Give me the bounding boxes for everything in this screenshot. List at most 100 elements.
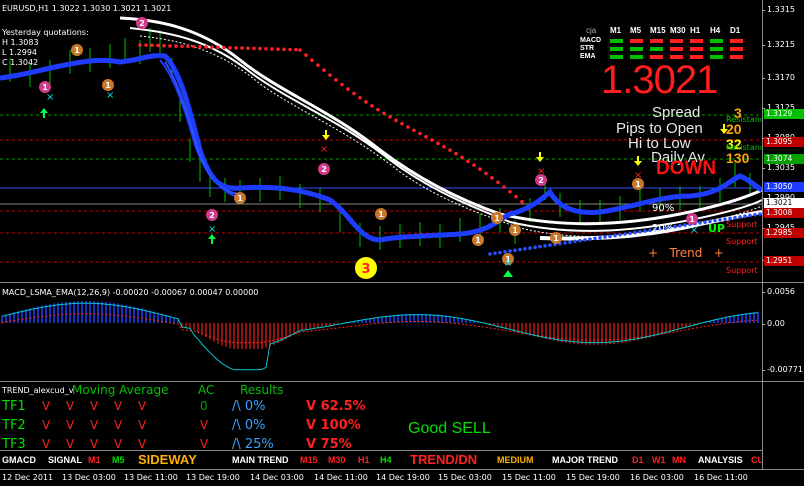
support-dot (583, 238, 587, 242)
trend-tf-label: TF3 (2, 437, 26, 450)
sar-dot (216, 45, 220, 50)
support-dot (608, 234, 612, 239)
sar-dot (430, 138, 434, 142)
ma-signal: V (66, 437, 75, 450)
ma-signal: V (42, 437, 51, 450)
price-level-label: 1.2951 (764, 256, 804, 266)
sar-dot (400, 121, 404, 126)
sar-dot (352, 91, 356, 96)
support-dot (563, 241, 567, 245)
support-dot (613, 233, 617, 238)
wave-number: 3 (361, 262, 370, 277)
sar-dot (334, 78, 338, 82)
mtf-row-label: EMA (580, 53, 596, 60)
sar-dot (418, 131, 422, 136)
support-dot (503, 249, 507, 254)
sar-dot (276, 47, 280, 51)
support-dot (628, 231, 632, 236)
ma-signal: V (42, 399, 51, 413)
support-dot (603, 235, 607, 239)
support-dot (643, 229, 647, 233)
sar-dot (192, 44, 196, 49)
support-dot (548, 243, 552, 247)
wave-number: 2 (209, 211, 215, 220)
mtf-col-h1: H1 (690, 26, 701, 35)
sar-dot (442, 144, 446, 149)
sar-dot (246, 46, 250, 51)
ma-signal: V (114, 399, 123, 413)
ma-signal: V (42, 418, 51, 432)
time-tick: 12 Dec 2011 (2, 473, 54, 482)
time-tick: 15 Dec 03:00 (438, 473, 492, 482)
status-item: SIDEWAY (138, 452, 197, 467)
sar-dot (264, 46, 268, 51)
macd-tick-bottom: -0.00771 (762, 365, 803, 374)
mtf-signal-cell (710, 39, 723, 43)
yesterday-low: L 1.2994 (2, 48, 37, 57)
sar-dot (466, 159, 470, 163)
ma-header: Moving Average (72, 383, 169, 397)
result-up: /\ 25% (232, 437, 274, 450)
status-item: TREND/DN (410, 452, 478, 467)
status-item: H1 (358, 455, 370, 465)
sar-dot (234, 46, 238, 50)
sar-dot (502, 185, 506, 189)
wave-number: 1 (635, 180, 641, 189)
sar-dot (144, 43, 148, 47)
indicator-status-bar: GMACD SIGNAL M1 M5 SIDEWAY MAIN TREND M15 M30 H1… (0, 450, 764, 469)
wave-number: 1 (237, 194, 243, 203)
mtf-signal-cell (630, 47, 643, 51)
support-dot (748, 213, 752, 218)
status-item: M15 (300, 455, 318, 465)
wave-number: 1 (553, 234, 559, 243)
mtf-signal-cell (670, 47, 683, 51)
result-down: V 75% (306, 437, 352, 450)
price-axis[interactable]: 1.33151.32151.31701.31251.30801.30351.29… (762, 0, 804, 282)
support-dot (618, 232, 622, 237)
mtf-signal-cell (650, 39, 663, 43)
price-level-label: 1.3074 (764, 154, 804, 164)
support-dot (528, 246, 532, 250)
status-item: W1 (652, 455, 666, 465)
price-chart-pane[interactable]: 21112121111211113 × × × × × × × × EURUSD… (0, 0, 762, 282)
mtf-brand: cja (586, 26, 597, 35)
support-dot (573, 239, 577, 244)
ma-signal: V (66, 399, 75, 413)
ma-signal: V (90, 437, 99, 450)
sar-dot (448, 148, 452, 152)
mtf-col-m15: M15 (650, 26, 666, 35)
trend-panel[interactable]: TREND_alexcud_v Moving Average AC Result… (0, 382, 762, 450)
support-dot (593, 236, 597, 241)
trend-panel-title: TREND_alexcud_v (2, 386, 74, 395)
sar-dot (472, 163, 476, 167)
sar-dot (520, 199, 524, 204)
mtf-signal-cell (690, 47, 703, 51)
trend-tf-label: TF1 (2, 399, 26, 414)
sar-dot (288, 47, 292, 52)
status-item: M1 (88, 455, 101, 465)
time-tick: 14 Dec 11:00 (314, 473, 368, 482)
support-dot (698, 221, 702, 225)
sar-dot (340, 82, 344, 87)
sar-dot (240, 46, 244, 50)
macd-pane[interactable]: MACD_LSMA_EMA(12,26,9) -0.00020 -0.00067… (0, 283, 762, 381)
time-axis[interactable]: 12 Dec 2011 13 Dec 03:00 13 Dec 11:00 13 De… (0, 469, 804, 486)
sar-dot (198, 45, 202, 49)
sar-dot (186, 44, 190, 49)
ma-signal: V (138, 418, 147, 432)
time-tick: 13 Dec 11:00 (124, 473, 178, 482)
wave-number: 1 (42, 83, 48, 92)
status-item: MAJOR TREND (552, 455, 619, 465)
sar-dot (508, 189, 512, 194)
sar-dot (424, 134, 428, 139)
sar-dot (394, 118, 398, 123)
status-item: M5 (112, 455, 125, 465)
current-price-big: 1.3021 (601, 58, 718, 102)
sar-dot (162, 43, 166, 48)
mtf-col-d1: D1 (730, 26, 741, 35)
price-tick: 1.3315 (762, 5, 795, 14)
yesterday-title: Yesterday quotations: (2, 28, 89, 37)
status-item: M30 (328, 455, 346, 465)
support-dot (568, 240, 572, 244)
mtf-col-h4: H4 (710, 26, 721, 35)
